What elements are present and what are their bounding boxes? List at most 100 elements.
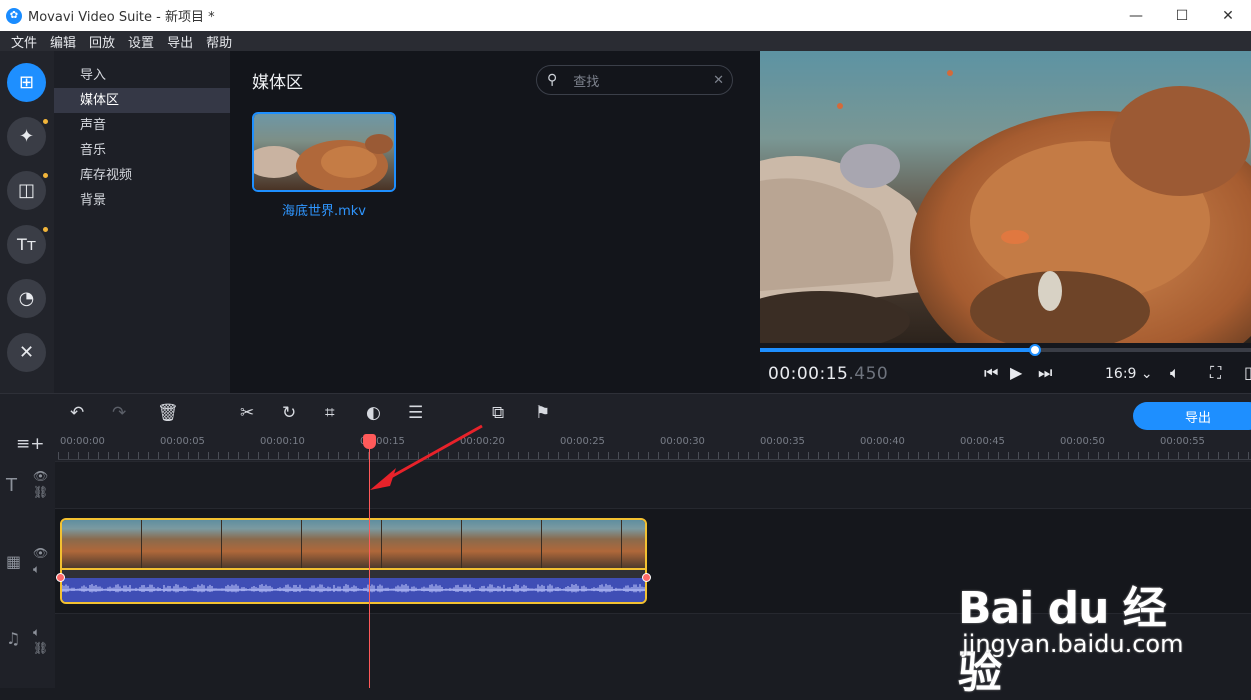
transition-icon: ◫: [17, 180, 35, 201]
speaker-icon[interactable]: 🔈︎: [33, 625, 40, 640]
eye-icon[interactable]: 👁︎: [33, 546, 48, 560]
search-box[interactable]: ⚲ 查找 ✕: [536, 65, 733, 95]
fullscreen-icon[interactable]: ⛶: [1210, 363, 1221, 383]
aspect-ratio-value: 16:9: [1105, 366, 1137, 382]
timecode-ms: .450: [848, 364, 889, 384]
category-sounds[interactable]: 声音: [54, 113, 230, 138]
magic-wand-icon: ✦: [18, 126, 35, 147]
ruler-tick-label: 00:00:05: [160, 436, 205, 447]
title-track-header: T 👁︎ ⛓︎: [0, 461, 55, 508]
skip-back-icon[interactable]: ⏮: [984, 363, 998, 383]
clip-audio-waveform: [62, 578, 645, 602]
stabilize-icon[interactable]: ⧉: [492, 403, 504, 423]
title-track-icon: T: [6, 475, 17, 496]
filters-button[interactable]: ✦: [7, 117, 48, 156]
ruler-tick-label: 00:00:25: [560, 436, 605, 447]
category-stock-video[interactable]: 库存视频: [54, 163, 230, 188]
menu-settings[interactable]: 设置: [128, 32, 154, 51]
transitions-button[interactable]: ◫: [7, 171, 48, 210]
media-thumbnail[interactable]: [252, 112, 396, 192]
play-icon[interactable]: ▶: [1010, 363, 1022, 382]
baidu-watermark: Bai du 经验 jingyan.baidu.com: [958, 552, 1198, 698]
timeline-ruler[interactable]: ≡+ 00:00:00 00:00:05 00:00:10 00:00:15 0…: [0, 433, 1251, 461]
category-media-bin[interactable]: 媒体区: [54, 88, 230, 113]
preview-panel: 00:00:15.450 ⏮ ▶ ⏭ 16:9 ⌄ 🔈︎ ⛶ ▯: [760, 51, 1251, 393]
seek-bar-fill: [760, 348, 1035, 352]
titles-button[interactable]: Tт: [7, 225, 48, 264]
minimize-icon[interactable]: —: [1113, 0, 1159, 31]
link-icon[interactable]: ⛓︎: [33, 485, 48, 499]
volume-icon[interactable]: 🔈︎: [1170, 363, 1180, 383]
delete-icon[interactable]: 🗑︎: [157, 403, 179, 423]
clear-icon[interactable]: ✕: [713, 73, 724, 88]
menu-edit[interactable]: 编辑: [50, 32, 76, 51]
ruler-tick-label: 00:00:30: [660, 436, 705, 447]
menu-file[interactable]: 文件: [11, 32, 37, 51]
new-badge: [43, 119, 48, 124]
ruler-tick-label: 00:00:50: [1060, 436, 1105, 447]
category-import[interactable]: 导入: [54, 63, 230, 88]
title-track[interactable]: [55, 461, 1251, 508]
window-controls: — ☐ ✕: [1113, 0, 1251, 31]
add-track-icon[interactable]: ≡+: [16, 434, 45, 454]
media-bin-title: 媒体区: [252, 73, 303, 93]
ruler-tick-label: 00:00:10: [260, 436, 305, 447]
waveform-icon: [62, 583, 645, 593]
clip-volume-handle-right[interactable]: [642, 573, 651, 582]
detach-preview-icon[interactable]: ▯: [1244, 363, 1251, 382]
import-icon: ⊞: [18, 72, 35, 93]
import-files-button[interactable]: ⊞: [7, 63, 46, 102]
menu-help[interactable]: 帮助: [206, 32, 232, 51]
crop-icon[interactable]: ⌗: [325, 403, 335, 423]
redo-icon[interactable]: ↷: [112, 403, 126, 423]
clip-volume-handle-left[interactable]: [56, 573, 65, 582]
unlink-icon[interactable]: ⛓︎: [33, 641, 48, 655]
export-button[interactable]: 导出: [1133, 402, 1251, 430]
ruler-ticks: [58, 452, 1251, 460]
new-badge: [43, 227, 48, 232]
underwater-preview-image: [760, 51, 1251, 343]
undo-icon[interactable]: ↶: [70, 403, 84, 423]
sticker-icon: ◔: [18, 288, 35, 309]
skip-forward-icon[interactable]: ⏭: [1038, 363, 1052, 383]
eye-icon[interactable]: 👁︎: [33, 469, 48, 483]
timeline-toolbar: ↶ ↷ 🗑︎ ✂ ↻ ⌗ ◐ ☰ ⧉ ⚑ 导出: [0, 393, 1251, 433]
video-track-icon: ▦: [6, 552, 22, 571]
cut-icon[interactable]: ✂: [240, 403, 254, 423]
video-track-header: ▦ 👁︎ 🔈︎: [0, 508, 55, 613]
tools-icon: ✕: [18, 342, 35, 363]
speaker-icon[interactable]: 🔈︎: [33, 562, 40, 577]
more-tools-button[interactable]: ✕: [7, 333, 46, 372]
media-file-name: 海底世界.mkv: [281, 204, 367, 219]
ruler-tick-label: 00:00:45: [960, 436, 1005, 447]
search-input[interactable]: 查找: [573, 71, 599, 90]
menu-playback[interactable]: 回放: [89, 32, 115, 51]
tool-rail: ⊞ ✦ ◫ Tт ◔ ✕: [0, 51, 54, 393]
stickers-button[interactable]: ◔: [7, 279, 46, 318]
ruler-tick-label: 00:00:35: [760, 436, 805, 447]
preview-seek-bar[interactable]: [760, 344, 1251, 356]
movavi-logo-icon: ✿: [6, 7, 22, 24]
music-note-icon: ♫: [6, 629, 21, 648]
annotation-arrow: [370, 424, 483, 490]
aspect-ratio-select[interactable]: 16:9 ⌄: [1105, 366, 1153, 382]
video-clip[interactable]: [60, 518, 647, 604]
window-title: Movavi Video Suite - 新项目 *: [28, 10, 215, 25]
clip-frames: [62, 520, 645, 568]
seek-bar-handle[interactable]: [1028, 344, 1041, 356]
timecode-main: 00:00:15: [768, 364, 849, 384]
category-panel: 导入 媒体区 声音 音乐 库存视频 背景: [54, 51, 230, 393]
watermark-url: jingyan.baidu.com: [962, 630, 1184, 658]
music-track-header: ♫ 🔈︎ ⛓︎: [0, 613, 55, 688]
category-music[interactable]: 音乐: [54, 138, 230, 163]
rotate-icon[interactable]: ↻: [282, 403, 296, 423]
ruler-tick-label: 00:00:00: [60, 436, 105, 447]
maximize-icon[interactable]: ☐: [1159, 0, 1205, 31]
search-icon: ⚲: [547, 72, 558, 88]
new-badge: [43, 173, 48, 178]
close-icon[interactable]: ✕: [1205, 0, 1251, 31]
ruler-tick-label: 00:00:55: [1160, 436, 1205, 447]
category-backgrounds[interactable]: 背景: [54, 188, 230, 213]
menu-export[interactable]: 导出: [167, 32, 193, 51]
marker-flag-icon[interactable]: ⚑: [535, 403, 550, 423]
